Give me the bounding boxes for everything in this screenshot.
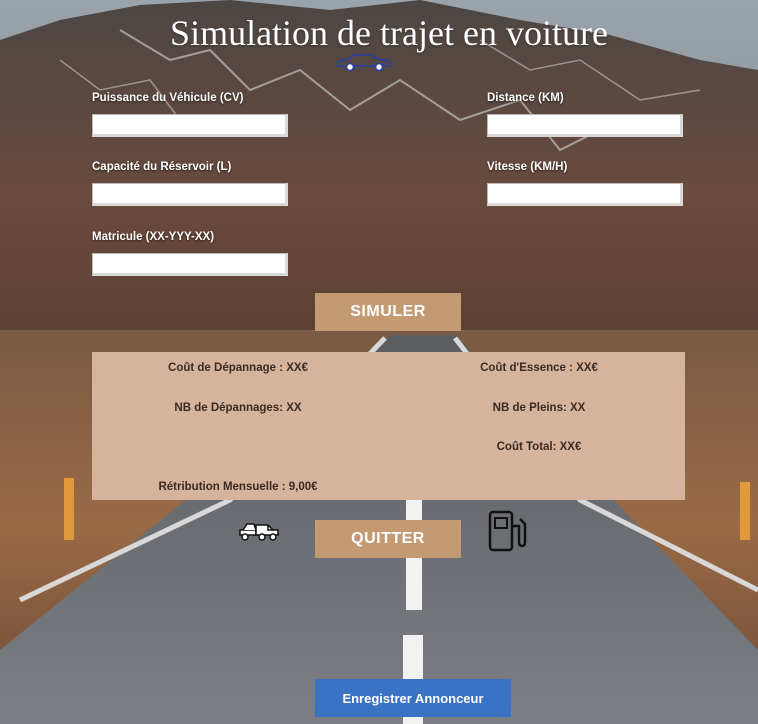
- fuel-pump-icon: [488, 510, 527, 552]
- distance-label: Distance (KM): [487, 92, 564, 104]
- car-icon: [337, 54, 393, 72]
- results-panel: Coût de Dépannage : XX€ Coût d'Essence :…: [92, 352, 685, 500]
- cout-essence-text: Coût d'Essence : XX€: [480, 362, 598, 374]
- nb-pleins-text: NB de Pleins: XX: [492, 402, 586, 414]
- cout-total-text: Coût Total: XX€: [496, 441, 582, 453]
- enregistrer-annonceur-button[interactable]: Enregistrer Annonceur: [315, 679, 511, 717]
- vitesse-label: Vitesse (KM/H): [487, 161, 568, 173]
- distance-input[interactable]: [487, 114, 683, 137]
- puissance-input[interactable]: [92, 114, 288, 137]
- simuler-button[interactable]: SIMULER: [315, 293, 461, 331]
- retribution-mensuelle-text: Rétribution Mensuelle : 9,00€: [158, 481, 318, 493]
- nb-depannages-text: NB de Dépannages: XX: [174, 402, 302, 414]
- puissance-label: Puissance du Véhicule (CV): [92, 92, 244, 104]
- page-title: Simulation de trajet en voiture: [170, 13, 608, 53]
- cout-depannage-text: Coût de Dépannage : XX€: [168, 362, 308, 374]
- capacite-input[interactable]: [92, 183, 288, 206]
- matricule-label: Matricule (XX-YYY-XX): [92, 231, 215, 243]
- capacite-label: Capacité du Réservoir (L): [92, 161, 232, 173]
- quitter-button[interactable]: QUITTER: [315, 520, 461, 558]
- vitesse-input[interactable]: [487, 183, 683, 206]
- matricule-input[interactable]: [92, 253, 288, 276]
- tow-truck-icon: [239, 523, 279, 541]
